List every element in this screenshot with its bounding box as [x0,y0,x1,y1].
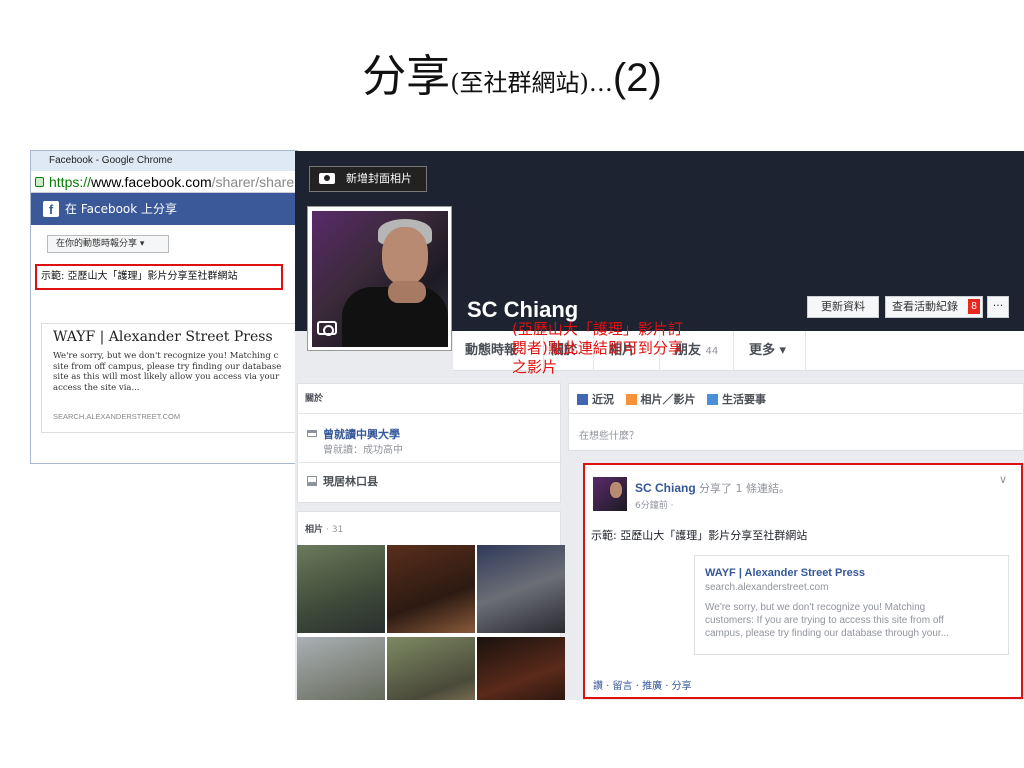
education-secondary: 曾就讀：成功高中 [323,445,403,456]
flag-icon [707,394,718,405]
link-description: We're sorry, but we don't recognize you!… [705,602,950,639]
address-bar[interactable]: https://www.facebook.com/sharer/sharer. [31,171,298,193]
update-info-button[interactable]: 更新資料 [807,296,879,318]
home-icon [307,476,317,486]
tab-timeline[interactable]: 動態時報 [465,331,517,371]
share-card-description: We're sorry, but we don't recognize you!… [53,351,282,393]
link-url: search.alexanderstreet.com [705,582,829,593]
post-action-text: 分享了 1 條連結。 [699,482,791,495]
pencil-icon [577,394,588,405]
share-card-title: WAYF | Alexander Street Press [53,329,273,345]
post-avatar[interactable] [593,477,627,511]
photo-thumbnail[interactable] [477,637,565,700]
tab-more[interactable]: 更多 ▾ [749,331,786,371]
slide-title-number: (2) [612,56,662,100]
activity-log-badge: 8 [968,299,980,314]
composer-photo-tab[interactable]: 相片／影片 [641,393,696,406]
url-scheme: https:// [49,174,92,190]
share-target-dropdown[interactable]: 在你的動態時報分享 ▾ [47,235,169,253]
post-timestamp[interactable]: 6分鐘前 · [635,498,673,511]
composer-life-event-tab[interactable]: 生活要事 [722,393,766,406]
tab-more-label: 更多 ▾ [749,343,787,358]
graduation-cap-icon [307,430,317,437]
photo-thumbnail[interactable] [387,637,475,700]
lock-icon [35,177,44,187]
composer-status-tab[interactable]: 近況 [592,393,614,406]
annotation-text: (亞歷山大「護理」影片訂 閱者)點此連結即可到分享 之影片 [512,320,683,376]
window-title: Facebook - Google Chrome [31,151,297,171]
photos-heading-label: 相片 [305,525,324,535]
update-profile-picture-icon[interactable] [317,321,337,336]
share-dialog-window: f Facebook - Google Chrome https://www.f… [30,150,298,464]
education-link[interactable]: 曾就讀中興大學 [323,426,400,442]
about-heading: 關於 [305,394,324,404]
link-thumbnail[interactable] [595,555,695,655]
photo-icon [625,394,637,405]
facebook-profile-page: 新增封面相片 動態時報 關於 相片 朋友 44 更多 ▾ SC Chiang 更… [295,151,1024,700]
url-path: /sharer/sharer. [211,174,298,190]
photos-count: · 31 [326,525,344,535]
photo-thumbnail[interactable] [297,545,385,633]
more-options-button[interactable]: ··· [987,296,1009,318]
share-header: 在 Facebook 上分享 [31,193,297,225]
composer-input[interactable]: 在想些什麼？ [579,427,639,442]
photo-thumbnail[interactable] [297,637,385,700]
camera-icon [319,173,335,184]
slide-title: 分享(至社群網站)…(2) [0,40,1024,104]
post-actions[interactable]: 讚 · 留言 · 推廣 · 分享 [593,677,692,692]
share-message-input[interactable]: 示範: 亞歷山大「護理」影片分享至社群網站 [35,264,283,290]
photo-thumbnail[interactable] [387,545,475,633]
slide-title-main: 分享 [362,51,451,102]
post-author-link[interactable]: SC Chiang [635,481,696,495]
post-message: 示範: 亞歷山大「護理」影片分享至社群網站 [591,529,808,542]
composer-tabs: 近況 相片／影片 生活要事 [577,391,766,407]
facebook-logo-icon: f [43,201,59,217]
residence-text[interactable]: 現居林口县 [323,473,378,489]
post-options-chevron-icon[interactable]: ∨ [999,473,1007,486]
photos-heading[interactable]: 相片 · 31 [305,522,343,535]
tab-timeline-label: 動態時報 [465,343,518,358]
post-header: SC Chiang 分享了 1 條連結。 [635,480,790,496]
url-host: www.facebook.com [91,174,212,190]
link-title[interactable]: WAYF | Alexander Street Press [705,567,865,579]
photo-thumbnail[interactable] [477,545,565,633]
share-card-url: SEARCH.ALEXANDERSTREET.COM [53,412,181,421]
slide-title-sub: (至社群網站)… [450,69,613,97]
